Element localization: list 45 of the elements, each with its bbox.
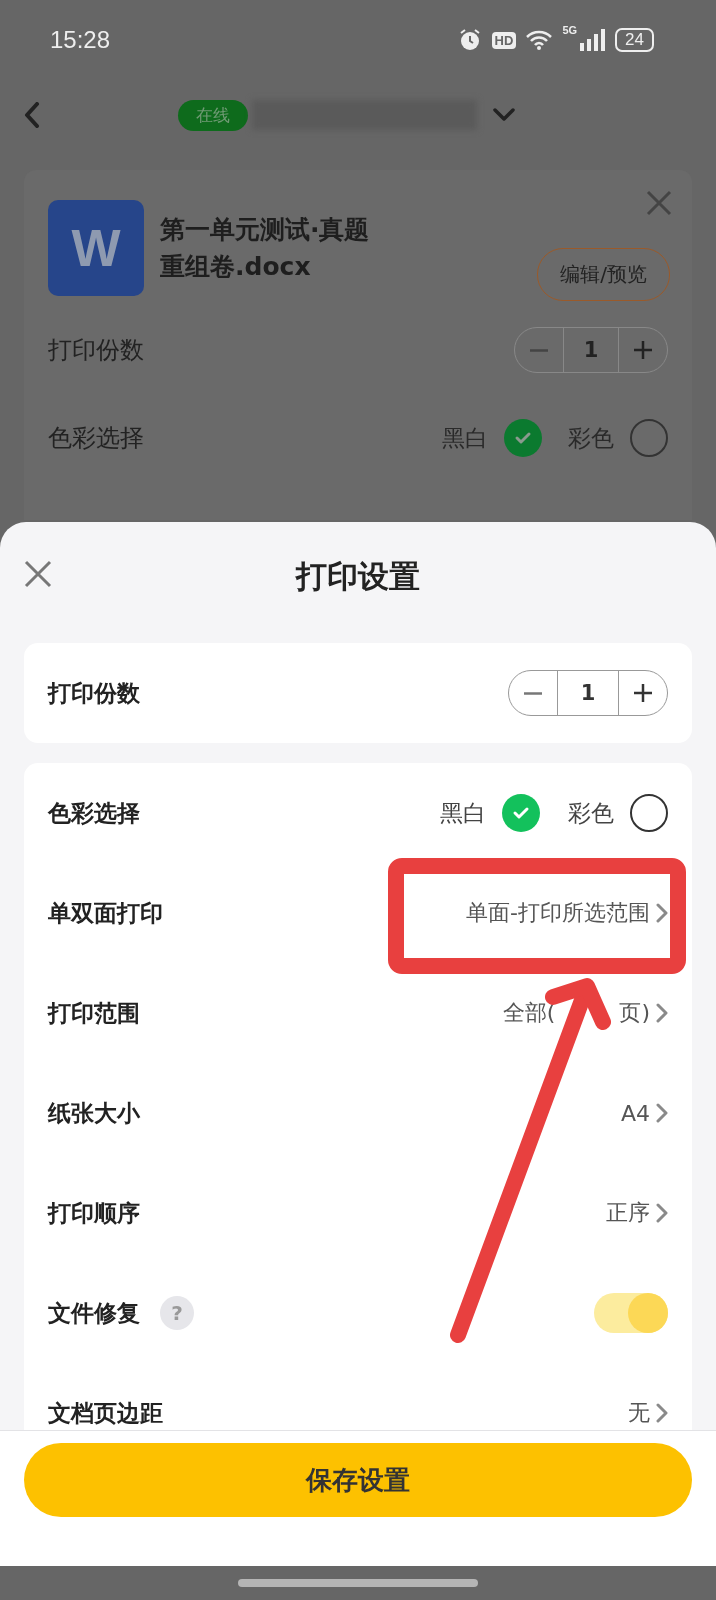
setting-value[interactable]: 页) — [619, 998, 650, 1028]
minus-icon — [530, 348, 548, 352]
chevron-right-icon — [656, 1103, 668, 1123]
close-icon[interactable] — [646, 190, 672, 216]
minus-icon — [524, 691, 542, 695]
signal-icon — [579, 29, 606, 51]
chevron-right-icon — [656, 1003, 668, 1023]
sheet-title: 打印设置 — [296, 557, 420, 596]
setting-value[interactable]: 无 — [628, 1398, 668, 1428]
row-label: 单双面打印 — [48, 898, 163, 928]
row-label: 文件修复 — [48, 1298, 140, 1328]
chevron-right-icon — [656, 903, 668, 923]
copies-value: 1 — [557, 671, 619, 715]
row-label: 文档页边距 — [48, 1398, 163, 1428]
row-label: 纸张大小 — [48, 1098, 140, 1128]
chevron-down-icon[interactable] — [493, 108, 515, 122]
row-label: 色彩选择 — [48, 423, 144, 454]
save-button[interactable]: 保存设置 — [24, 1443, 692, 1517]
clock-time: 15:28 — [50, 26, 111, 54]
plus-icon — [633, 683, 653, 703]
color-option[interactable]: 彩色 — [568, 794, 668, 832]
setting-value[interactable]: 全部( — [502, 998, 556, 1028]
close-icon[interactable] — [24, 560, 52, 588]
color-option[interactable]: 黑白 — [440, 794, 540, 832]
setting-value[interactable]: 单面-打印所选范围 — [466, 898, 668, 928]
wifi-icon — [526, 30, 553, 50]
toggle-switch[interactable] — [594, 1293, 668, 1333]
setting-value[interactable]: 正序 — [606, 1198, 668, 1228]
row-label: 打印份数 — [48, 678, 140, 708]
document-icon: W — [48, 200, 144, 296]
row-label: 打印顺序 — [48, 1198, 140, 1228]
hd-badge: HD — [491, 31, 517, 49]
network-label: 5G — [562, 24, 578, 36]
copies-value: 1 — [563, 328, 619, 372]
setting-value[interactable]: A4 — [620, 1100, 668, 1126]
chevron-right-icon — [656, 1403, 668, 1423]
back-icon[interactable] — [24, 102, 40, 128]
row-label: 打印份数 — [48, 335, 144, 366]
file-name: 第一单元测试·真题重组卷.docx — [160, 213, 371, 283]
chevron-right-icon — [656, 1203, 668, 1223]
status-badge: 在线 — [178, 99, 248, 131]
battery-level: 24 — [615, 28, 654, 52]
row-label: 色彩选择 — [48, 798, 140, 828]
plus-icon — [633, 340, 653, 360]
row-label: 打印范围 — [48, 998, 140, 1028]
